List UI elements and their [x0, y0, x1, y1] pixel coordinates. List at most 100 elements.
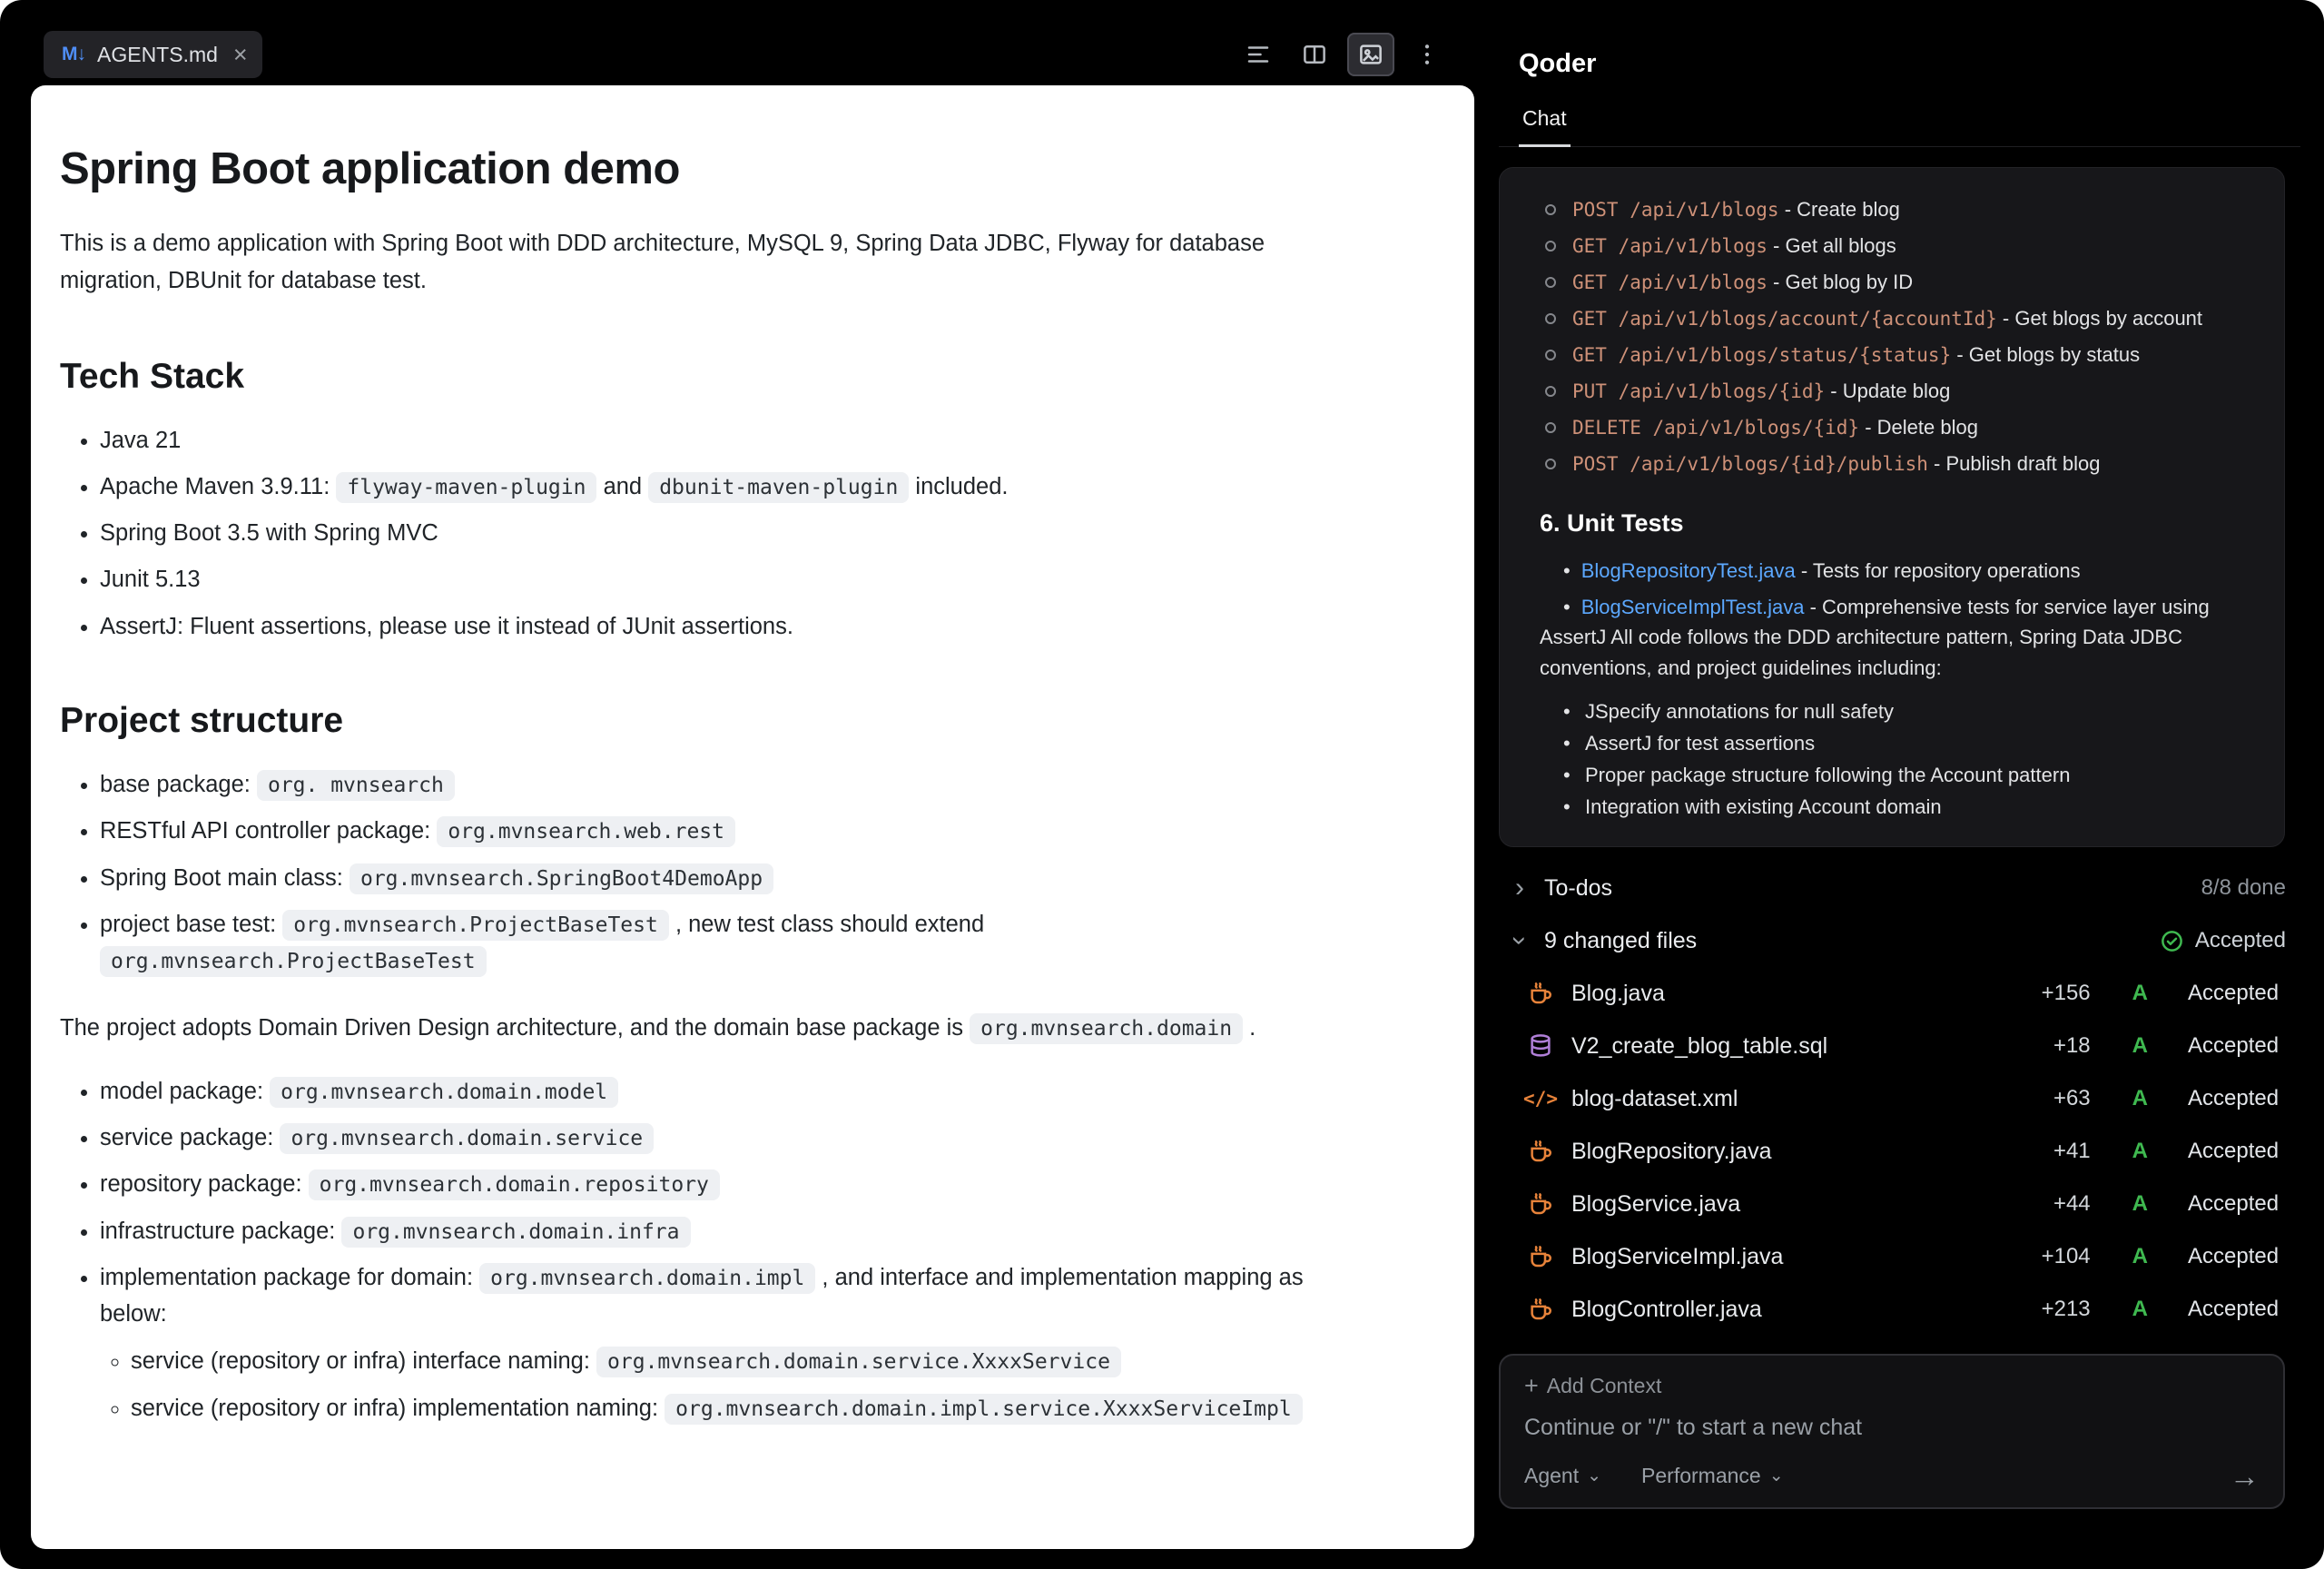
file-status: Accepted	[2188, 1244, 2286, 1269]
inline-code: org.mvnsearch.ProjectBaseTest	[282, 910, 669, 941]
accepted-badge: A	[2132, 981, 2148, 1006]
chevron-right-icon: ›	[1510, 874, 1530, 902]
tab-agents-md[interactable]: M↓ AGENTS.md ×	[44, 31, 262, 78]
changed-file-list: Blog.java+156AAcceptedV2_create_blog_tab…	[1499, 967, 2300, 1336]
guideline-item: JSpecify annotations for null safety	[1540, 696, 2255, 727]
todos-section[interactable]: › To-dos 8/8 done	[1502, 862, 2293, 914]
markdown-heading: Project structure	[60, 701, 1347, 741]
http-method-path: GET /api/v1/blogs	[1572, 271, 1768, 293]
markdown-list-item: model package: org.mvnsearch.domain.mode…	[100, 1073, 1347, 1110]
accepted-badge: A	[2132, 1191, 2148, 1217]
more-icon[interactable]	[1403, 33, 1451, 76]
java-icon	[1526, 1137, 1555, 1166]
agent-select-label: Agent	[1524, 1464, 1579, 1488]
guideline-item: AssertJ for test assertions	[1540, 727, 2255, 759]
api-endpoint-item: PUT /api/v1/blogs/{id} - Update blog	[1540, 373, 2255, 410]
file-name: BlogServiceImpl.java	[1571, 1244, 1783, 1270]
http-method-path: DELETE /api/v1/blogs/{id}	[1572, 417, 1859, 439]
xml-icon: </>	[1526, 1084, 1555, 1113]
add-context-label: Add Context	[1547, 1374, 1662, 1398]
editor-toolbar	[1235, 33, 1451, 76]
file-name: Blog.java	[1571, 981, 1665, 1007]
changed-files-section[interactable]: › 9 changed files Accepted	[1502, 914, 2293, 967]
bullet-icon: •	[1563, 559, 1571, 582]
markdown-paragraph: This is a demo application with Spring B…	[60, 225, 1347, 301]
file-name: BlogRepository.java	[1571, 1139, 1771, 1165]
markdown-list-item: Spring Boot main class: org.mvnsearch.Sp…	[100, 860, 1347, 896]
markdown-list-item: Java 21	[100, 422, 1347, 459]
http-method-path: GET /api/v1/blogs/status/{status}	[1572, 344, 1951, 366]
check-circle-icon	[2160, 929, 2184, 953]
java-icon	[1526, 979, 1555, 1008]
close-icon[interactable]: ×	[233, 43, 248, 67]
inline-code: org.mvnsearch.domain.repository	[309, 1169, 720, 1200]
file-link[interactable]: BlogServiceImplTest.java	[1581, 596, 1805, 618]
markdown-preview: Spring Boot application demoThis is a de…	[31, 85, 1474, 1549]
markdown-list-item: repository package: org.mvnsearch.domain…	[100, 1166, 1347, 1202]
added-lines-count: +104	[2018, 1244, 2091, 1269]
markdown-list-item: AssertJ: Fluent assertions, please use i…	[100, 608, 1347, 645]
file-name: blog-dataset.xml	[1571, 1086, 1738, 1112]
assistant-pane: Qoder Chat POST /api/v1/blogs - Create b…	[1499, 0, 2300, 1569]
changed-file-row[interactable]: BlogController.java+213AAccepted	[1499, 1283, 2300, 1336]
composer-toolbar: Agent ⌄ Performance ⌄ →	[1524, 1461, 2260, 1491]
file-status: Accepted	[2188, 1139, 2286, 1164]
add-context-button[interactable]: + Add Context	[1524, 1374, 2260, 1398]
changed-file-row[interactable]: </>blog-dataset.xml+63AAccepted	[1499, 1072, 2300, 1125]
java-icon	[1526, 1189, 1555, 1219]
accepted-badge: A	[2132, 1244, 2148, 1269]
markdown-list-item: project base test: org.mvnsearch.Project…	[100, 906, 1347, 980]
split-editor-icon[interactable]	[1291, 33, 1338, 76]
file-status: Accepted	[2188, 1191, 2286, 1217]
markdown-heading: Tech Stack	[60, 357, 1347, 397]
changed-file-row[interactable]: BlogService.java+44AAccepted	[1499, 1178, 2300, 1230]
markdown-list-item: RESTful API controller package: org.mvns…	[100, 813, 1347, 849]
changed-file-row[interactable]: V2_create_blog_table.sql+18AAccepted	[1499, 1020, 2300, 1072]
chevron-down-icon: ⌄	[1769, 1467, 1784, 1485]
inline-code: org.mvnsearch.web.rest	[437, 816, 735, 847]
changed-file-row[interactable]: Blog.java+156AAccepted	[1499, 967, 2300, 1020]
guideline-item: Proper package structure following the A…	[1540, 759, 2255, 791]
java-icon	[1526, 1295, 1555, 1324]
inline-code: org.mvnsearch.SpringBoot4DemoApp	[350, 863, 773, 894]
preview-icon[interactable]	[1347, 33, 1394, 76]
file-name: BlogService.java	[1571, 1191, 1740, 1218]
api-endpoint-item: GET /api/v1/blogs - Get blog by ID	[1540, 264, 2255, 301]
markdown-sublist-item: service (repository or infra) implementa…	[131, 1390, 1347, 1426]
bullet-icon: •	[1563, 596, 1571, 618]
editor-tab-bar: M↓ AGENTS.md ×	[31, 0, 1474, 85]
inline-code: org. mvnsearch	[257, 770, 455, 801]
file-name: BlogController.java	[1571, 1297, 1762, 1323]
markdown-sublist-item: service (repository or infra) interface …	[131, 1343, 1347, 1379]
send-button[interactable]: →	[2230, 1461, 2260, 1491]
markdown-list-item: service package: org.mvnsearch.domain.se…	[100, 1120, 1347, 1156]
inline-code: org.mvnsearch.ProjectBaseTest	[100, 946, 487, 977]
file-link[interactable]: BlogRepositoryTest.java	[1581, 559, 1796, 582]
api-endpoint-item: GET /api/v1/blogs/account/{accountId} - …	[1540, 301, 2255, 337]
inline-code: org.mvnsearch.domain.service.XxxxService	[596, 1347, 1121, 1377]
http-method-path: GET /api/v1/blogs	[1572, 235, 1768, 257]
guidelines-list: JSpecify annotations for null safetyAsse…	[1540, 696, 2255, 823]
tab-chat[interactable]: Chat	[1519, 106, 1571, 147]
inline-code: org.mvnsearch.domain.service	[280, 1123, 654, 1154]
inline-code: org.mvnsearch.domain.impl	[479, 1263, 815, 1294]
markdown-list: base package: org. mvnsearchRESTful API …	[60, 766, 1347, 979]
changed-file-row[interactable]: BlogRepository.java+41AAccepted	[1499, 1125, 2300, 1178]
mode-select[interactable]: Performance ⌄	[1641, 1464, 1784, 1488]
file-status: Accepted	[2188, 1033, 2286, 1059]
app-window: M↓ AGENTS.md × Spring Boot appl	[0, 0, 2324, 1569]
changed-file-row[interactable]: BlogServiceImpl.java +104 A Accepted	[1499, 1230, 2300, 1283]
unit-test-item: •BlogRepositoryTest.java - Tests for rep…	[1540, 556, 2255, 587]
chat-input[interactable]: Continue or "/" to start a new chat	[1524, 1415, 2260, 1441]
outline-icon[interactable]	[1235, 33, 1282, 76]
sql-icon	[1526, 1031, 1555, 1061]
agent-select[interactable]: Agent ⌄	[1524, 1464, 1601, 1488]
file-status: Accepted	[2188, 1086, 2286, 1111]
assistant-title: Qoder	[1519, 49, 2300, 79]
http-method-path: GET /api/v1/blogs/account/{accountId}	[1572, 308, 1997, 330]
chat-message-card: POST /api/v1/blogs - Create blogGET /api…	[1499, 167, 2285, 847]
unit-tests-heading: 6. Unit Tests	[1540, 509, 2255, 538]
inline-code: dbunit-maven-plugin	[648, 472, 909, 503]
tab-label: AGENTS.md	[97, 43, 218, 67]
guideline-item: Integration with existing Account domain	[1540, 791, 2255, 823]
